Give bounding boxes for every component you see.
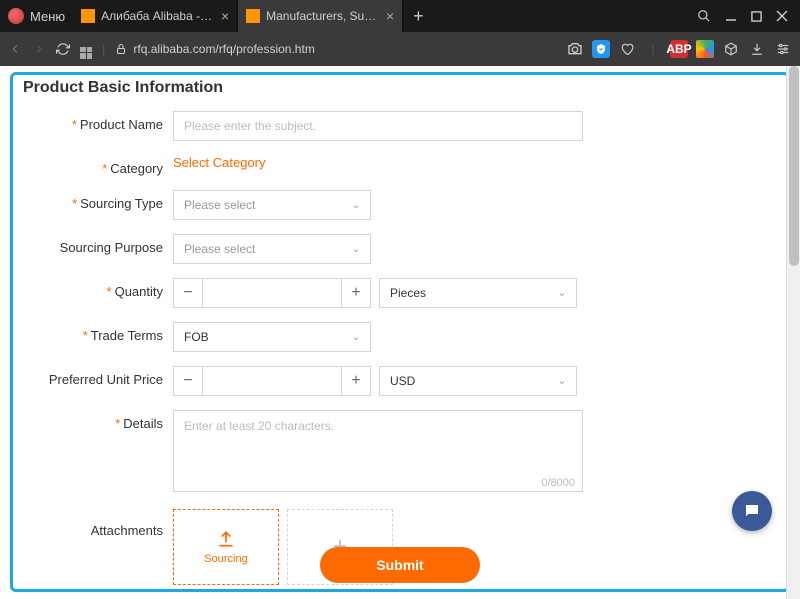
tab-manufacturers[interactable]: Manufacturers, Suppliers, E ×	[238, 0, 403, 32]
address-bar: | rfq.alibaba.com/rfq/profession.htm | A…	[0, 32, 800, 66]
submit-button[interactable]: Submit	[320, 547, 480, 583]
new-tab-button[interactable]: +	[403, 6, 434, 27]
settings-icon[interactable]	[774, 40, 792, 58]
details-textarea[interactable]	[173, 410, 583, 492]
maximize-icon[interactable]	[751, 11, 762, 22]
camera-icon[interactable]	[566, 40, 584, 58]
chevron-down-icon: ⌄	[352, 244, 360, 255]
sourcing-type-select[interactable]: Please select ⌄	[173, 190, 371, 220]
chevron-down-icon: ⌄	[352, 332, 360, 343]
product-name-input[interactable]	[173, 111, 583, 141]
chevron-down-icon: ⌄	[558, 288, 566, 299]
titlebar: Меню Алибаба Alibaba - крупне × Manufact…	[0, 0, 800, 32]
abp-icon[interactable]: ABP	[670, 40, 688, 58]
lock-icon	[115, 43, 127, 55]
tab-alibaba-ru[interactable]: Алибаба Alibaba - крупне ×	[73, 0, 238, 32]
chat-icon	[743, 502, 761, 520]
quantity-increase-button[interactable]: +	[341, 278, 371, 308]
shield-icon[interactable]	[592, 40, 610, 58]
quantity-decrease-button[interactable]: −	[173, 278, 203, 308]
chevron-down-icon: ⌄	[352, 200, 360, 211]
quantity-input[interactable]	[203, 278, 341, 308]
forward-icon[interactable]	[32, 42, 46, 56]
page-viewport: Product Basic Information *Product Name …	[0, 66, 800, 599]
cube-icon[interactable]	[722, 40, 740, 58]
upload-icon	[216, 529, 236, 549]
close-icon[interactable]: ×	[221, 8, 229, 24]
menu-label: Меню	[30, 9, 65, 24]
form-panel: Product Basic Information *Product Name …	[10, 72, 790, 592]
close-icon[interactable]: ×	[386, 8, 394, 24]
currency-select[interactable]: USD ⌄	[379, 366, 577, 396]
download-icon[interactable]	[748, 40, 766, 58]
character-counter: 0/8000	[541, 477, 575, 489]
scroll-thumb[interactable]	[789, 66, 799, 266]
price-increase-button[interactable]: +	[341, 366, 371, 396]
opera-menu-button[interactable]: Меню	[0, 0, 73, 32]
vertical-scrollbar[interactable]	[786, 66, 800, 599]
heart-icon[interactable]	[618, 40, 636, 58]
favicon-icon	[246, 9, 260, 23]
reload-icon[interactable]	[56, 42, 70, 56]
search-icon[interactable]	[697, 9, 711, 23]
upload-sourcing-button[interactable]: Sourcing	[173, 509, 279, 585]
price-decrease-button[interactable]: −	[173, 366, 203, 396]
chat-fab-button[interactable]	[732, 491, 772, 531]
opera-logo-icon	[8, 8, 24, 24]
speed-dial-icon[interactable]	[80, 39, 92, 59]
select-category-link[interactable]: Select Category	[173, 155, 266, 170]
minimize-icon[interactable]	[725, 10, 737, 22]
close-window-icon[interactable]	[776, 10, 788, 22]
panel-title: Product Basic Information	[23, 79, 777, 97]
quantity-unit-select[interactable]: Pieces ⌄	[379, 278, 577, 308]
trade-terms-select[interactable]: FOB ⌄	[173, 322, 371, 352]
favicon-icon	[81, 9, 95, 23]
pinwheel-icon[interactable]	[696, 40, 714, 58]
price-input[interactable]	[203, 366, 341, 396]
sourcing-purpose-select[interactable]: Please select ⌄	[173, 234, 371, 264]
back-icon[interactable]	[8, 42, 22, 56]
chevron-down-icon: ⌄	[558, 376, 566, 387]
url-field[interactable]: rfq.alibaba.com/rfq/profession.htm	[115, 42, 556, 56]
